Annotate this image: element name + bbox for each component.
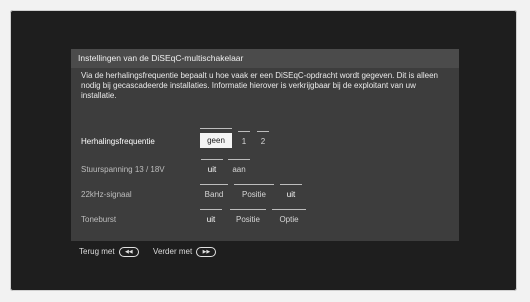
option-label: 2 (260, 137, 266, 146)
option-label: uit (207, 165, 217, 174)
dialog-description: Via de herhalingsfrequentie bepaalt u ho… (81, 71, 438, 100)
option-toneburst-uit[interactable]: uit (200, 209, 222, 224)
option-label: geen (207, 136, 225, 145)
option-label: Positie (235, 215, 260, 224)
back-label: Terug met (79, 247, 115, 257)
option-label: aan (232, 165, 246, 174)
next-label: Verder met (153, 247, 193, 257)
option-22khz-band[interactable]: Band (200, 184, 228, 199)
option-label: Band (204, 190, 224, 199)
option-toneburst-positie[interactable]: Positie (230, 209, 266, 224)
option-label: 1 (241, 137, 247, 146)
option-22khz-positie[interactable]: Positie (234, 184, 274, 199)
option-label: Optie (279, 215, 299, 224)
option-22khz-uit[interactable]: uit (280, 184, 302, 199)
row-label-toneburst: Toneburst (81, 215, 117, 224)
option-label: Positie (241, 190, 266, 199)
option-toneburst-optie[interactable]: Optie (272, 209, 306, 224)
dialog-title: Instellingen van de DiSEqC-multischakela… (71, 49, 459, 68)
back-hint[interactable]: Terug met ◀◀ (79, 247, 141, 257)
next-hint[interactable]: Verder met ▶▶ (153, 247, 217, 257)
row-label-repeat-frequency: Herhalingsfrequentie (81, 137, 155, 146)
option-repeat-geen[interactable]: geen (200, 128, 232, 148)
fast-forward-icon: ▶▶ (196, 247, 217, 257)
footer-bar: Terug met ◀◀ Verder met ▶▶ (79, 247, 228, 257)
row-label-control-voltage: Stuurspanning 13 / 18V (81, 165, 165, 174)
option-repeat-1[interactable]: 1 (238, 131, 250, 146)
option-label: uit (206, 215, 216, 224)
rewind-icon: ◀◀ (118, 247, 139, 257)
option-voltage-aan[interactable]: aan (228, 159, 250, 174)
option-repeat-2[interactable]: 2 (257, 131, 269, 146)
option-voltage-uit[interactable]: uit (201, 159, 223, 174)
row-label-22khz: 22kHz-signaal (81, 190, 132, 199)
option-label: uit (286, 190, 296, 199)
